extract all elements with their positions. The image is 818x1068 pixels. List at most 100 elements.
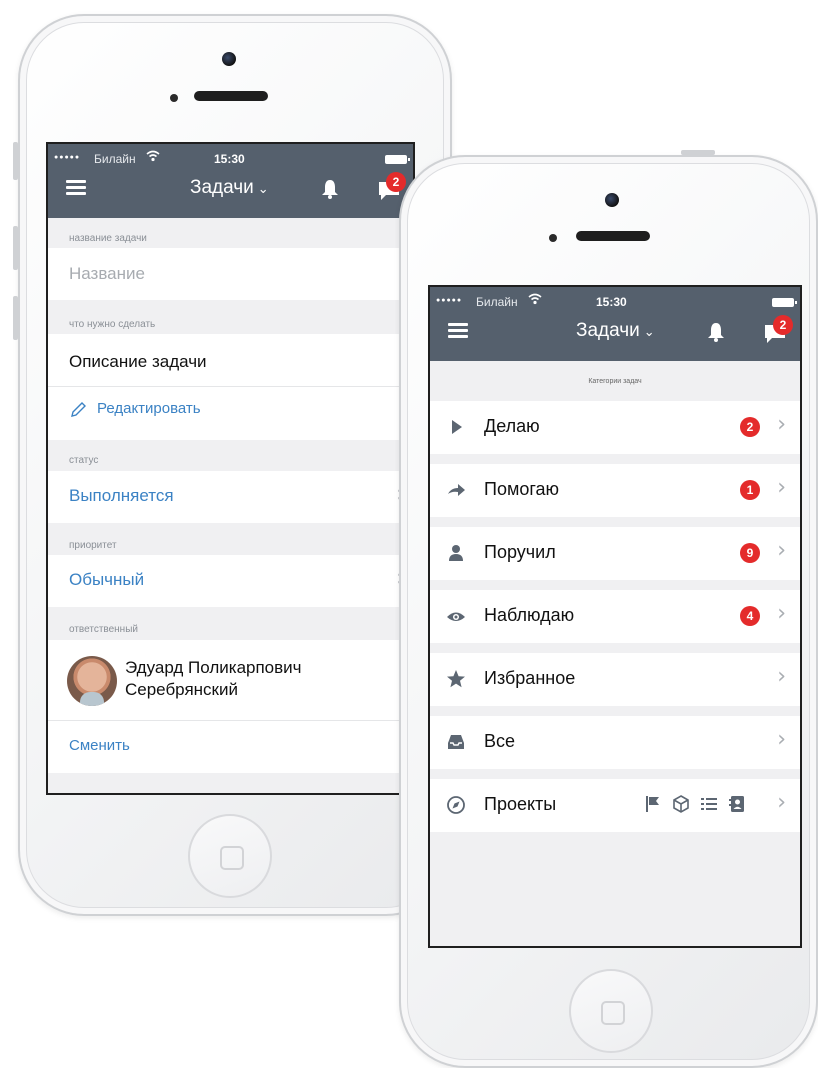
count-badge: 4: [740, 606, 760, 626]
category-label: Делаю: [484, 416, 540, 436]
chevron-right-icon: ›: [777, 538, 786, 563]
chevron-down-icon: ⌄: [257, 181, 269, 196]
app-header: ●●●●● Билайн 15:30 Задачи ⌄ 2: [48, 144, 413, 218]
divider: [48, 386, 413, 387]
proximity-sensor: [170, 94, 178, 102]
count-badge: 9: [740, 543, 760, 563]
category-row-doing[interactable]: Делаю 2 ›: [430, 401, 800, 454]
section-label-status: статус: [69, 455, 99, 466]
front-camera: [222, 52, 236, 66]
category-label: Помогаю: [484, 479, 560, 499]
chevron-right-icon: ›: [777, 664, 786, 689]
person-icon: [446, 543, 466, 563]
signal-icon: ●●●●●: [436, 297, 463, 304]
eye-icon: [446, 606, 466, 626]
category-label: Избранное: [484, 668, 576, 688]
cube-icon: [672, 795, 690, 818]
app-header: ●●●●● Билайн 15:30 Задачи ⌄ 2: [430, 287, 800, 361]
bell-icon[interactable]: [321, 179, 339, 204]
play-icon: [446, 417, 466, 437]
category-label: Все: [484, 731, 516, 751]
status-value: Выполняется: [69, 486, 174, 505]
battery-icon: [385, 155, 410, 164]
left-screen: ●●●●● Билайн 15:30 Задачи ⌄ 2 название за…: [46, 142, 415, 795]
status-bar: ●●●●● Билайн 15:30: [436, 293, 797, 311]
arrow-right-icon: [446, 480, 466, 500]
status-time: 15:30: [596, 295, 627, 309]
section-label-name: название задачи: [69, 233, 147, 244]
categories-header: Категории задач: [588, 378, 642, 385]
list-icon: [700, 795, 718, 818]
right-phone: ●●●●● Билайн 15:30 Задачи ⌄ 2 Категории з…: [399, 150, 818, 1068]
carrier-name: Билайн: [476, 295, 518, 309]
category-row-all[interactable]: Все ›: [430, 716, 800, 769]
power-button: [681, 150, 715, 155]
compass-icon: [446, 795, 466, 815]
wifi-icon: [146, 150, 160, 165]
header-title[interactable]: Задачи ⌄: [576, 320, 655, 342]
status-time: 15:30: [214, 152, 245, 166]
category-row-helping[interactable]: Помогаю 1 ›: [430, 464, 800, 517]
section-label-priority: приоритет: [69, 540, 117, 551]
header-title[interactable]: Задачи ⌄: [190, 177, 269, 199]
left-phone: ●●●●● Билайн 15:30 Задачи ⌄ 2 название за…: [13, 14, 452, 916]
edit-link-label: Редактировать: [97, 400, 201, 417]
category-row-favorites[interactable]: Избранное ›: [430, 653, 800, 706]
count-badge: 1: [740, 480, 760, 500]
volume-down-button: [13, 296, 18, 340]
home-button[interactable]: [188, 814, 272, 898]
section-label-assignee: ответственный: [69, 624, 138, 635]
task-name-field[interactable]: Название: [48, 248, 413, 300]
category-row-watching[interactable]: Наблюдаю 4 ›: [430, 590, 800, 643]
chat-badge: 2: [773, 315, 793, 335]
priority-value: Обычный: [69, 570, 145, 589]
status-row[interactable]: Выполняется ›: [48, 471, 413, 523]
menu-icon[interactable]: [66, 180, 86, 196]
category-label: Поручил: [484, 542, 556, 562]
header-title-text: Задачи: [190, 177, 254, 198]
inbox-icon: [446, 732, 466, 752]
earpiece-speaker: [576, 231, 650, 241]
section-label-todo: что нужно сделать: [69, 319, 156, 330]
category-label: Наблюдаю: [484, 605, 575, 625]
header-title-text: Задачи: [576, 320, 640, 341]
contacts-icon: [728, 795, 746, 818]
bell-icon[interactable]: [707, 322, 725, 347]
star-icon: [446, 669, 466, 689]
category-row-projects[interactable]: Проекты ›: [430, 779, 800, 832]
wifi-icon: [528, 293, 542, 308]
battery-icon: [772, 298, 797, 307]
flag-icon: [644, 795, 662, 818]
category-label: Проекты: [484, 794, 557, 814]
avatar: [67, 656, 117, 706]
front-camera: [605, 193, 619, 207]
assignee-block: Эдуард Поликарпович Серебрянский Сменить: [48, 640, 413, 773]
chevron-right-icon: ›: [777, 601, 786, 626]
priority-row[interactable]: Обычный ›: [48, 555, 413, 607]
divider: [48, 720, 413, 721]
pencil-icon: [69, 401, 87, 424]
assignee-name-line1[interactable]: Эдуард Поликарпович: [125, 658, 302, 678]
earpiece-speaker: [194, 91, 268, 101]
count-badge: 2: [740, 417, 760, 437]
carrier-name: Билайн: [94, 152, 136, 166]
chevron-right-icon: ›: [777, 412, 786, 437]
task-description[interactable]: Описание задачи: [69, 352, 207, 372]
project-icons: [644, 794, 748, 816]
description-block: Описание задачи Редактировать: [48, 334, 413, 440]
proximity-sensor: [549, 234, 557, 242]
mute-switch: [13, 142, 18, 180]
change-link[interactable]: Сменить: [69, 737, 130, 754]
chevron-right-icon: ›: [777, 727, 786, 752]
chevron-right-icon: ›: [777, 790, 786, 815]
home-button[interactable]: [569, 969, 653, 1053]
category-row-assigned[interactable]: Поручил 9 ›: [430, 527, 800, 580]
task-name-input[interactable]: Название: [69, 264, 145, 284]
assignee-name-line2[interactable]: Серебрянский: [125, 680, 238, 700]
menu-icon[interactable]: [448, 323, 468, 339]
chevron-right-icon: ›: [777, 475, 786, 500]
status-bar: ●●●●● Билайн 15:30: [54, 150, 410, 168]
chat-badge: 2: [386, 172, 406, 192]
volume-up-button: [13, 226, 18, 270]
signal-icon: ●●●●●: [54, 154, 81, 161]
